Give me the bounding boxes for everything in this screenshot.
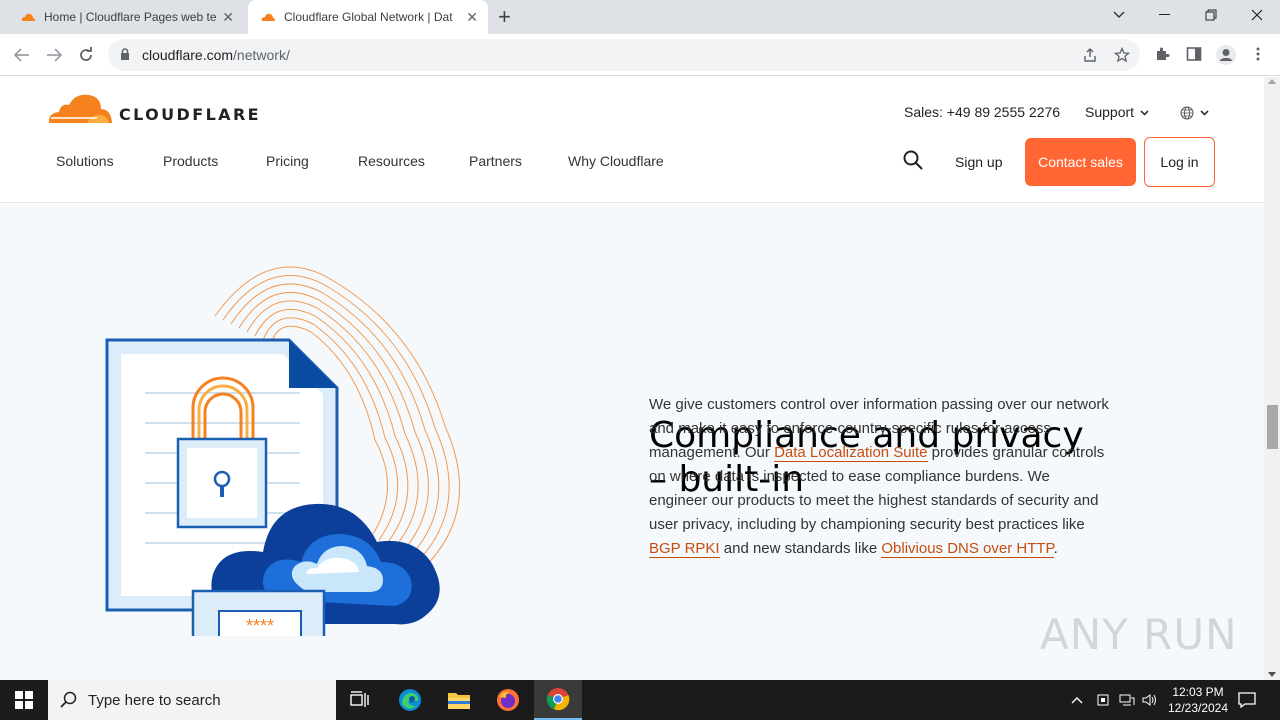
edge-icon <box>399 689 421 711</box>
cloudflare-favicon-icon <box>21 13 35 21</box>
notification-icon <box>1238 692 1256 708</box>
taskbar-search-placeholder: Type here to search <box>88 691 221 709</box>
back-button[interactable] <box>9 42 35 68</box>
scroll-down-arrow-icon[interactable] <box>1268 672 1276 677</box>
web-page: CLOUDFLARE Sales: +49 89 2555 2276 Suppo… <box>0 77 1264 680</box>
chevron-down-icon <box>1140 110 1149 116</box>
oblivious-dns-link[interactable]: Oblivious DNS over HTTP <box>881 540 1054 558</box>
minimize-button[interactable] <box>1142 0 1188 30</box>
globe-icon <box>1180 106 1194 120</box>
language-selector[interactable] <box>1180 104 1209 120</box>
windows-taskbar: Type here to search 12:03 PM 12/23/2024 <box>0 680 1280 720</box>
device-icon <box>1097 694 1109 706</box>
volume-tray-icon[interactable] <box>1142 680 1158 720</box>
support-dropdown[interactable]: Support <box>1085 104 1149 120</box>
tab-global-network[interactable]: Cloudflare Global Network | Dat ✕ <box>248 0 488 34</box>
search-icon[interactable] <box>902 149 924 171</box>
section-paragraph: We give customers control over informati… <box>649 393 1109 561</box>
chrome-icon <box>546 688 570 711</box>
new-tab-button[interactable]: + <box>498 4 511 30</box>
close-window-button[interactable] <box>1234 0 1280 30</box>
search-icon <box>60 691 77 708</box>
browser-toolbar: cloudflare.com/network/ <box>0 34 1280 76</box>
notifications-button[interactable] <box>1238 680 1256 720</box>
firefox-taskbar-icon[interactable] <box>484 680 532 720</box>
chrome-taskbar-icon[interactable] <box>534 680 582 720</box>
tab-search-icon[interactable] <box>1096 0 1142 30</box>
side-panel-icon[interactable] <box>1186 46 1202 62</box>
scrollbar-thumb[interactable] <box>1267 405 1278 449</box>
tab-home-pages[interactable]: Home | Cloudflare Pages web te ✕ <box>8 0 244 34</box>
support-label: Support <box>1085 104 1135 120</box>
url-text: cloudflare.com/network/ <box>142 47 290 63</box>
folder-icon <box>448 693 470 709</box>
logo-wordmark: CLOUDFLARE <box>119 104 261 124</box>
forward-button[interactable] <box>41 42 67 68</box>
network-tray-icon[interactable] <box>1119 680 1135 720</box>
forward-arrow-icon <box>47 48 62 62</box>
page-scrollbar[interactable] <box>1264 77 1280 680</box>
more-menu-icon[interactable] <box>1255 46 1261 62</box>
anyrun-watermark: ANY RUN <box>1040 610 1238 659</box>
reload-button[interactable] <box>73 42 99 68</box>
browser-tab-bar: Home | Cloudflare Pages web te ✕ Cloudfl… <box>0 0 1280 34</box>
address-bar[interactable]: cloudflare.com/network/ <box>108 39 1140 71</box>
system-clock[interactable]: 12:03 PM 12/23/2024 <box>1160 684 1236 716</box>
scroll-up-arrow-icon[interactable] <box>1268 79 1276 84</box>
password-mask: **** <box>246 616 274 636</box>
chevron-up-icon <box>1071 697 1083 704</box>
task-view-button[interactable] <box>336 680 384 720</box>
nav-partners[interactable]: Partners <box>469 153 522 169</box>
log-in-button[interactable]: Log in <box>1144 137 1215 187</box>
sales-phone[interactable]: Sales: +49 89 2555 2276 <box>904 104 1060 120</box>
restore-button[interactable] <box>1188 0 1234 30</box>
data-localization-suite-link[interactable]: Data Localization Suite <box>774 444 928 462</box>
tab-title: Cloudflare Global Network | Dat <box>284 10 453 24</box>
paragraph-text: . <box>1053 540 1058 557</box>
task-view-icon <box>350 691 369 707</box>
close-tab-icon[interactable]: ✕ <box>222 9 234 26</box>
nav-pricing[interactable]: Pricing <box>266 153 309 169</box>
profile-avatar-icon[interactable] <box>1215 44 1237 66</box>
sign-up-link[interactable]: Sign up <box>955 154 1002 170</box>
security-tray-icon[interactable] <box>1096 680 1110 720</box>
lock-icon <box>121 48 129 60</box>
paragraph-text: and new standards like <box>719 540 882 557</box>
clock-date: 12/23/2024 <box>1167 701 1229 715</box>
start-button[interactable] <box>0 680 48 720</box>
show-hidden-icons[interactable] <box>1071 680 1083 720</box>
bookmark-star-icon[interactable] <box>1114 47 1130 63</box>
back-arrow-icon <box>14 48 29 62</box>
firefox-icon <box>497 689 519 711</box>
speaker-icon <box>1142 694 1156 706</box>
share-icon[interactable] <box>1082 47 1098 63</box>
cloudflare-favicon-icon <box>261 13 275 21</box>
nav-solutions[interactable]: Solutions <box>56 153 114 169</box>
tab-title: Home | Cloudflare Pages web te <box>44 10 216 24</box>
cloudflare-logo[interactable]: CLOUDFLARE <box>47 91 261 125</box>
edge-taskbar-icon[interactable] <box>386 680 434 720</box>
network-icon <box>1119 694 1135 706</box>
close-tab-icon[interactable]: ✕ <box>466 9 478 26</box>
bgp-rpki-link[interactable]: BGP RPKI <box>649 540 720 558</box>
file-explorer-taskbar-icon[interactable] <box>435 680 483 720</box>
site-header: CLOUDFLARE Sales: +49 89 2555 2276 Suppo… <box>0 77 1264 203</box>
reload-icon <box>80 47 92 61</box>
contact-sales-button[interactable]: Contact sales <box>1025 138 1136 186</box>
compliance-illustration: **** <box>105 266 461 636</box>
chevron-down-icon <box>1200 110 1209 116</box>
nav-why-cloudflare[interactable]: Why Cloudflare <box>568 153 664 169</box>
extensions-icon[interactable] <box>1154 46 1170 62</box>
windows-logo-icon <box>15 691 33 709</box>
cloudflare-cloud-icon <box>48 94 112 123</box>
clock-time: 12:03 PM <box>1172 685 1224 699</box>
nav-products[interactable]: Products <box>163 153 218 169</box>
taskbar-search-box[interactable]: Type here to search <box>48 680 336 720</box>
nav-resources[interactable]: Resources <box>358 153 425 169</box>
